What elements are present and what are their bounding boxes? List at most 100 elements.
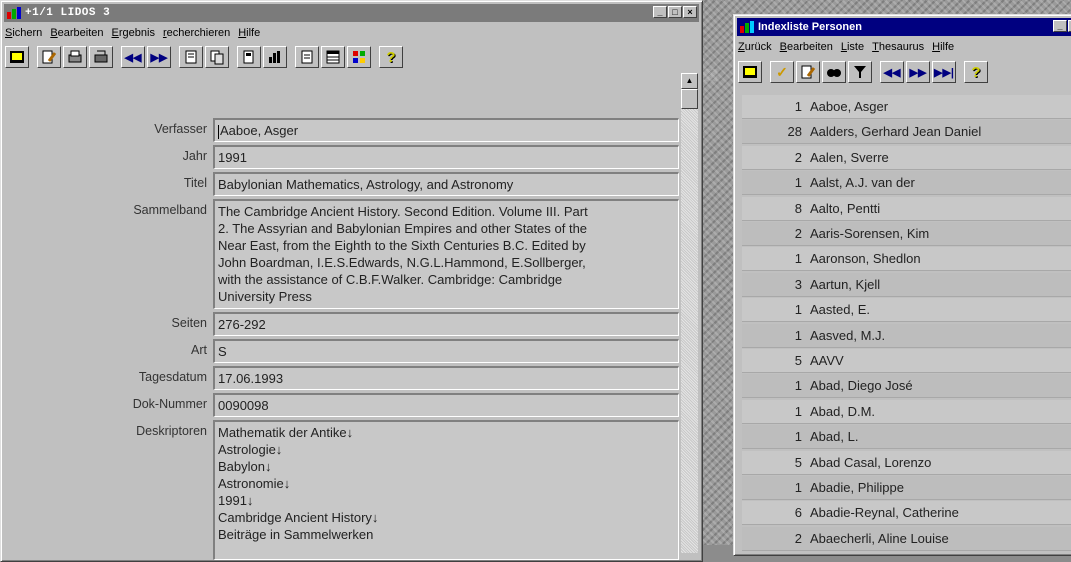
print-button[interactable]: [63, 46, 87, 68]
print-icon: [67, 49, 83, 65]
lidos-menubar: Sichern Bearbeiten Ergebnis recherchieren Hi…: [5, 24, 698, 41]
index-list-item[interactable]: 28 Aalders, Gerhard Jean Daniel: [742, 120, 1071, 145]
check-button[interactable]: ✓: [770, 61, 794, 83]
table-button[interactable]: [321, 46, 345, 68]
minimize-button[interactable]: _: [653, 6, 667, 18]
edit-button[interactable]: [796, 61, 820, 83]
lidos-menu-bearbeiten[interactable]: Bearbeiten: [50, 27, 103, 39]
copy-icon: [209, 49, 225, 65]
index-menu-bearbeiten[interactable]: Bearbeiten: [780, 41, 833, 53]
field-value[interactable]: The Cambridge Ancient History. Second Ed…: [213, 199, 679, 309]
index-menu-thesaurus[interactable]: Thesaurus: [872, 41, 924, 53]
lidos-menu-ergebnis[interactable]: Ergebnis: [112, 27, 155, 39]
index-list-item[interactable]: 3 Aartun, Kjell: [742, 272, 1071, 297]
index-titlebar[interactable]: Indexliste Personen _ □: [737, 18, 1071, 36]
maximize-button[interactable]: □: [668, 6, 682, 18]
field-value-text: 276-292: [218, 317, 266, 332]
entry-name: Aartun, Kjell: [810, 276, 881, 292]
index-list-item[interactable]: 1 Abadie, Philippe: [742, 476, 1071, 500]
index-list-item[interactable]: 2 Abaecherli, Aline Louise: [742, 526, 1071, 551]
field-value[interactable]: Mathematik der Antike↓ Astrologie↓ Babylon…: [213, 420, 679, 560]
entry-name: Aasted, E.: [810, 302, 870, 318]
help-button[interactable]: ?: [379, 46, 403, 68]
index-list-item[interactable]: 1 Aasted, E.: [742, 298, 1071, 323]
lidos-titlebar[interactable]: +1/1 LIDOS 3 _ □ ×: [4, 4, 699, 22]
field-value-text: 1991: [218, 150, 247, 165]
field-value-text: Aaboe, Asger: [220, 123, 299, 138]
vertical-scrollbar[interactable]: ▲: [681, 73, 698, 553]
lidos-menu-hilfe[interactable]: Hilfe: [238, 27, 260, 39]
lidos-title: +1/1 LIDOS 3: [25, 7, 111, 19]
help-button[interactable]: ?: [964, 61, 988, 83]
index-list-item[interactable]: 1 Abad, L.: [742, 425, 1071, 450]
field-value-text: Babylonian Mathematics, Astrology, and A…: [218, 177, 514, 192]
index-list-item[interactable]: 6 Abadie-Reynal, Catherine: [742, 501, 1071, 526]
field-value-line: Babylon↓: [218, 459, 272, 474]
lidos-menu-recherchieren[interactable]: recherchieren: [163, 27, 230, 39]
document-button[interactable]: [295, 46, 319, 68]
entry-name: Aalst, A.J. van der: [810, 175, 915, 191]
copy-button[interactable]: [205, 46, 229, 68]
field-value[interactable]: Aaboe, Asger: [213, 118, 679, 142]
field-label: Titel: [183, 176, 207, 190]
index-menu-liste[interactable]: Liste: [841, 41, 864, 53]
rewind-button[interactable]: ◀◀: [880, 61, 904, 83]
lidos-window[interactable]: +1/1 LIDOS 3 _ □ × Sichern Bearbeiten Erge…: [0, 0, 703, 562]
field-value[interactable]: 0090098: [213, 393, 679, 417]
entry-count: 2: [794, 226, 802, 241]
export-button[interactable]: [237, 46, 261, 68]
index-menu-hilfe[interactable]: Hilfe: [932, 41, 954, 53]
index-list-item[interactable]: 1 Abad, D.M.: [742, 399, 1071, 424]
app-icon: [740, 21, 754, 33]
minimize-button[interactable]: _: [1053, 20, 1067, 32]
edit-button[interactable]: [37, 46, 61, 68]
forward-icon: ▶▶: [150, 51, 168, 64]
field-value[interactable]: S: [213, 339, 679, 363]
print-preview-icon: [93, 49, 109, 65]
rewind-button[interactable]: ◀◀: [121, 46, 145, 68]
list-button[interactable]: [179, 46, 203, 68]
forward-button[interactable]: ▶▶: [906, 61, 930, 83]
lidos-menu-sichern[interactable]: Sichern: [5, 27, 42, 39]
index-list-item[interactable]: 5 Abad Casal, Lorenzo: [742, 450, 1071, 475]
index-list-item[interactable]: 1 Aaronson, Shedlon: [742, 247, 1071, 272]
entry-name: Abad Casal, Lorenzo: [810, 454, 932, 470]
field-value[interactable]: 17.06.1993: [213, 366, 679, 390]
field-label: Deskriptoren: [136, 424, 207, 438]
index-list-item[interactable]: 1 Aalst, A.J. van der: [742, 171, 1071, 196]
index-list-item[interactable]: 1 Abad, Diego José: [742, 374, 1071, 399]
print-preview-button[interactable]: [89, 46, 113, 68]
statistics-button[interactable]: [263, 46, 287, 68]
index-list-item[interactable]: 5 AAVV: [742, 349, 1071, 373]
exit-button[interactable]: [5, 46, 29, 68]
rewind-icon: ◀◀: [883, 66, 901, 79]
index-menu-zur-ck[interactable]: Zurück: [738, 41, 772, 53]
close-button[interactable]: ×: [683, 6, 697, 18]
index-list-item[interactable]: 2 Aalen, Sverre: [742, 145, 1071, 170]
color-sort-button[interactable]: [347, 46, 371, 68]
find-button[interactable]: [822, 61, 846, 83]
app-icon: [7, 7, 21, 19]
entry-count: 1: [794, 99, 802, 114]
index-list-item[interactable]: 1 Aaboe, Asger: [742, 95, 1071, 119]
entry-name: Aaronson, Shedlon: [810, 251, 921, 267]
scroll-up-button[interactable]: ▲: [681, 73, 698, 89]
entry-name: Abad, L.: [810, 429, 859, 445]
index-list-item[interactable]: 1 Aasved, M.J.: [742, 323, 1071, 348]
index-list-item[interactable]: 2 Aaris-Sorensen, Kim: [742, 222, 1071, 246]
index-window[interactable]: Indexliste Personen _ □ Zurück Bearbeiten…: [733, 14, 1071, 556]
entry-count: 2: [794, 530, 802, 546]
field-label: Dok-Nummer: [132, 397, 207, 411]
field-value[interactable]: Babylonian Mathematics, Astrology, and A…: [213, 172, 679, 196]
scroll-thumb[interactable]: [681, 89, 698, 109]
entry-count: 8: [794, 200, 802, 216]
forward-button[interactable]: ▶▶: [147, 46, 171, 68]
index-title: Indexliste Personen: [758, 21, 862, 33]
index-list-item[interactable]: 8 Aalto, Pentti: [742, 196, 1071, 221]
last-button[interactable]: ▶▶|: [932, 61, 956, 83]
lidos-toolbar: ◀◀ ▶▶?: [5, 43, 698, 71]
filter-button[interactable]: [848, 61, 872, 83]
exit-button[interactable]: [738, 61, 762, 83]
field-value[interactable]: 1991: [213, 145, 679, 169]
field-value[interactable]: 276-292: [213, 312, 679, 336]
